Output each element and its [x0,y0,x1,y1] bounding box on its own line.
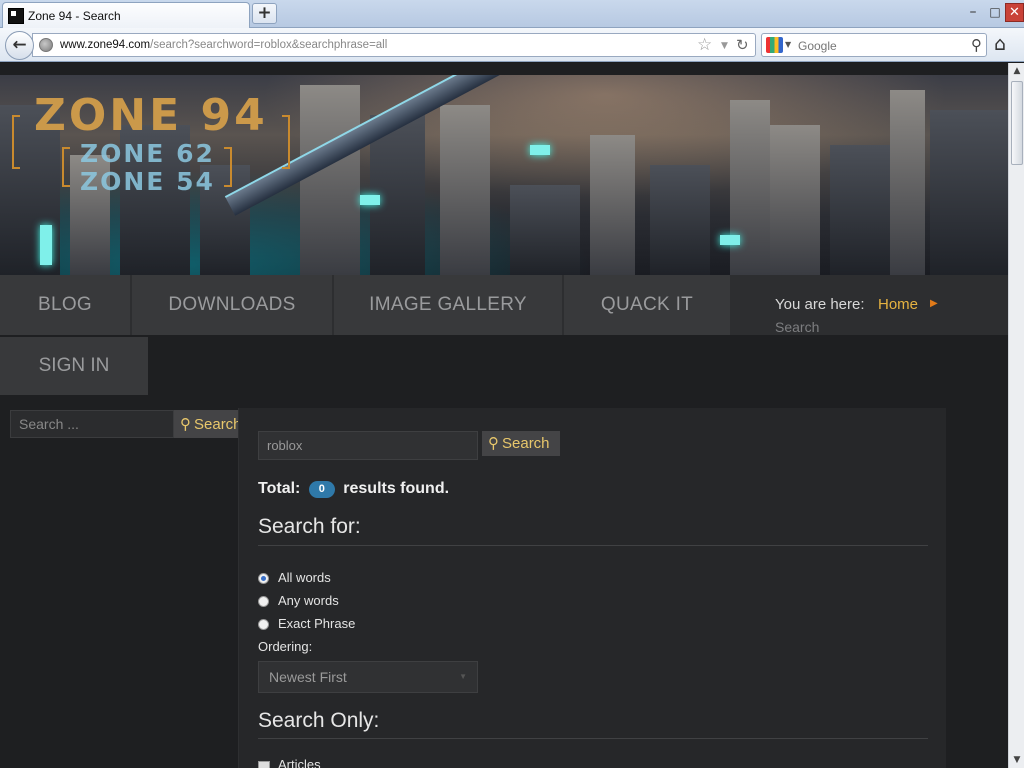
logo-frame [282,115,290,169]
divider [258,738,928,739]
page-viewport: ZONE 94 ZONE 62 ZONE 54 BLOG DOWNLOADS I… [0,63,1008,768]
logo-frame [62,147,70,187]
back-button[interactable]: ← [5,31,34,60]
site-logo[interactable]: ZONE 94 [34,93,268,139]
menu-item-downloads[interactable]: DOWNLOADS [132,275,332,335]
banner-light [40,225,52,265]
ordering-label: Ordering: [258,639,313,654]
menu-item-quack-it[interactable]: QUACK IT [564,275,730,335]
browser-search-box[interactable]: ▼ Google ⚲ [761,33,987,57]
search-button[interactable]: ⚲ Search [482,431,560,456]
banner-building [510,185,580,275]
browser-toolbar: www.zone94.com/search?searchword=roblox&… [0,28,1024,62]
google-icon[interactable] [766,37,783,53]
breadcrumb-current: Search [775,319,820,335]
home-icon[interactable]: ⌂ [994,33,1006,55]
tab-bar: Zone 94 - Search + – □ ✕ [0,0,1024,28]
search-icon: ⚲ [488,434,499,452]
banner-building [830,145,890,275]
breadcrumb-home-link[interactable]: Home [878,296,918,313]
radio-exact-phrase[interactable] [258,619,269,630]
close-window-button[interactable]: ✕ [1005,3,1024,22]
maximize-button[interactable]: □ [984,3,1006,22]
menu-item-image-gallery[interactable]: IMAGE GALLERY [334,275,562,335]
minimize-button[interactable]: – [962,3,984,22]
logo-frame [12,115,20,169]
checkbox-articles-label[interactable]: Articles [278,757,321,768]
url-domain: www.zone94.com [60,39,151,51]
divider [258,545,928,546]
logo-frame [224,147,232,187]
radio-exact-phrase-label[interactable]: Exact Phrase [278,616,355,631]
site-logo-sub: ZONE 54 [80,167,215,196]
search-engine-dropdown-icon[interactable]: ▼ [785,39,791,51]
results-summary: Total: 0 results found. [258,480,449,498]
scroll-down-arrow-icon[interactable]: ▼ [1009,752,1024,768]
reload-icon[interactable]: ↻ [736,35,749,55]
url-path: /search?searchword=roblox&searchphrase=a… [150,39,388,51]
banner-building [650,165,710,275]
ordering-select[interactable]: Newest First ▼ [258,661,478,693]
site-logo-sub: ZONE 62 [80,139,215,168]
banner-light [530,145,550,155]
radio-all-words[interactable] [258,573,269,584]
search-only-heading: Search Only: [258,709,380,732]
search-query-input[interactable]: roblox [258,431,478,460]
banner-building [440,105,490,275]
ordering-select-value: Newest First [269,669,347,685]
checkbox-articles[interactable] [258,761,270,768]
radio-any-words[interactable] [258,596,269,607]
search-for-heading: Search for: [258,515,361,538]
banner-building [890,90,925,275]
address-bar[interactable]: www.zone94.com/search?searchword=roblox&… [32,33,756,57]
scrollbar-thumb[interactable] [1011,81,1023,165]
banner-building [590,135,635,275]
sidebar-search-input[interactable]: Search ... [10,410,174,438]
browser-tab[interactable]: Zone 94 - Search [2,2,250,28]
banner-light [360,195,380,205]
tab-title: Zone 94 - Search [28,9,121,23]
results-label: results found. [343,480,450,497]
banner-building [770,125,820,275]
search-icon[interactable]: ⚲ [971,35,982,55]
radio-any-words-label[interactable]: Any words [278,593,339,608]
breadcrumb-arrow-icon: ▶ [930,298,938,309]
banner-building [930,110,1008,275]
site-banner: ZONE 94 ZONE 62 ZONE 54 [0,75,1008,275]
site-favicon-icon [8,8,24,24]
history-dropdown-icon[interactable]: ▼ [721,37,728,55]
browser-search-placeholder: Google [798,39,837,53]
search-button-label: Search [502,435,550,452]
globe-icon [39,38,53,52]
banner-building [730,100,770,275]
page-scrollbar[interactable]: ▲ ▼ [1008,63,1024,768]
address-url[interactable]: www.zone94.com/search?searchword=roblox&… [60,39,387,51]
banner-light [720,235,740,245]
menu-item-sign-in[interactable]: SIGN IN [0,337,148,395]
total-label: Total: [258,480,301,497]
radio-all-words-label[interactable]: All words [278,570,331,585]
new-tab-button[interactable]: + [252,3,277,24]
banner-building [300,85,360,275]
breadcrumb: You are here: Home ▶ Search [733,275,1008,335]
menu-item-blog[interactable]: BLOG [0,275,130,335]
sidebar-search-button-label: Search [194,416,242,433]
breadcrumb-label: You are here: [775,296,865,313]
results-count-badge: 0 [308,481,335,498]
chevron-down-icon: ▼ [459,672,467,681]
search-icon: ⚲ [180,415,191,433]
bookmark-star-icon[interactable]: ☆ [697,35,712,55]
scroll-up-arrow-icon[interactable]: ▲ [1009,63,1024,79]
